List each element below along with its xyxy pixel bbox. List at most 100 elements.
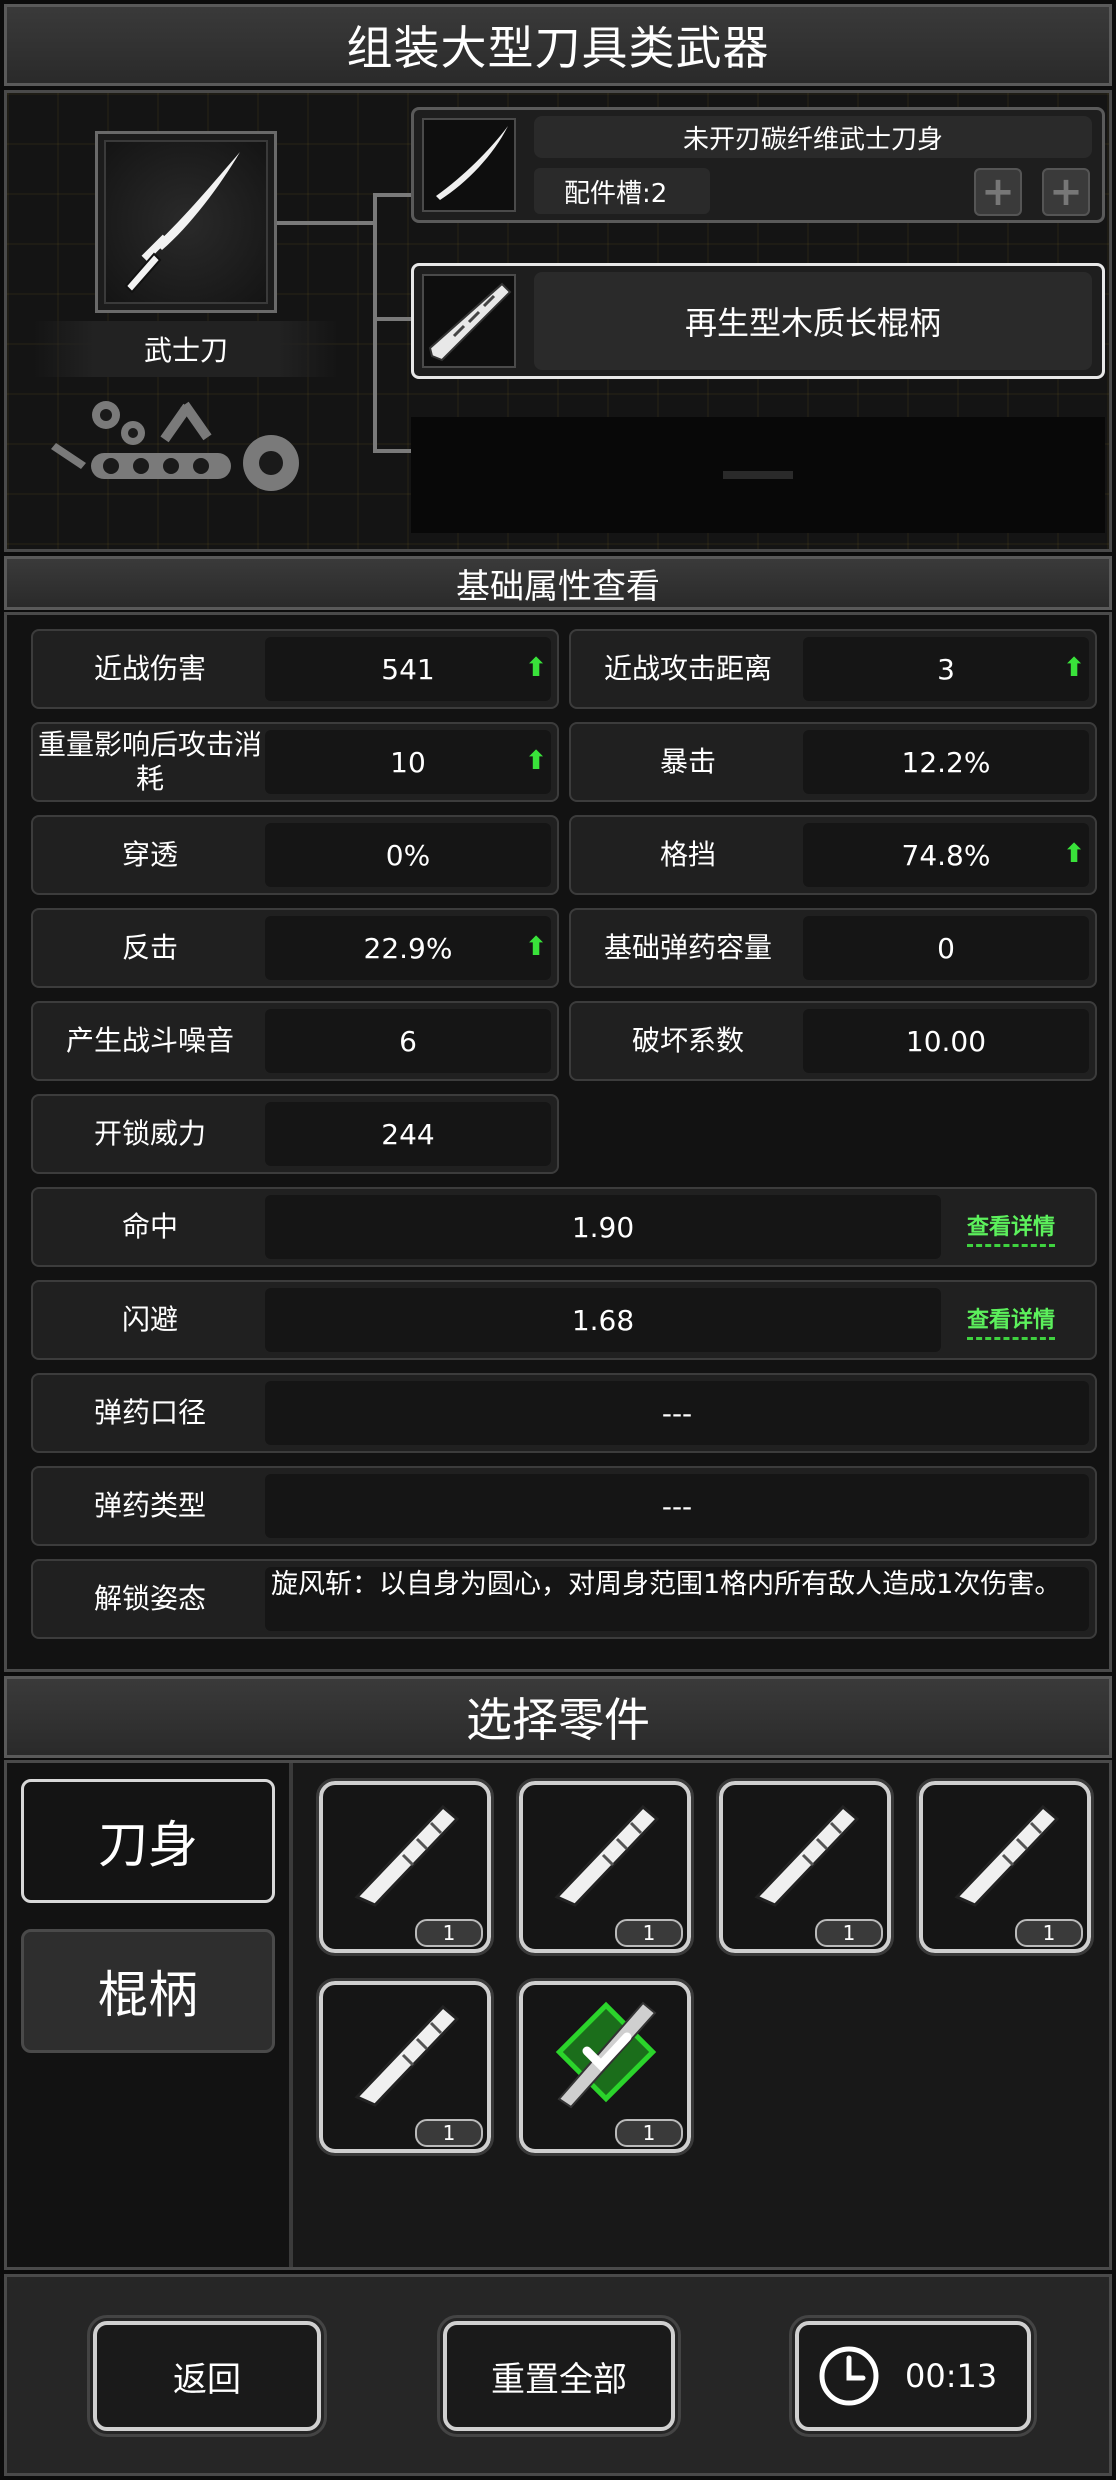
part-item[interactable]: 1 <box>316 1778 494 1956</box>
stat-value: 74.8% ⬆ <box>803 823 1089 887</box>
part-item[interactable]: 1 <box>716 1778 894 1956</box>
stat-value-text: 0 <box>937 931 955 965</box>
item-count-badge: 1 <box>1015 1919 1083 1947</box>
stat-label: 反击 <box>121 931 178 964</box>
view-details-link[interactable]: 查看详情 <box>967 1209 1056 1247</box>
stat-label: 解锁姿态 <box>93 1582 206 1615</box>
stat-increase-arrow-icon: ⬆ <box>1063 839 1085 869</box>
stat-value-text: 12.2% <box>901 745 991 779</box>
stat-increase-arrow-icon: ⬆ <box>1063 653 1085 683</box>
handle-part-name: 再生型木质长棍柄 <box>534 272 1092 370</box>
katana-icon <box>124 152 240 294</box>
wooden-staff-handle-icon <box>555 2001 657 2109</box>
clock-icon <box>819 2346 879 2406</box>
wide-stat-row: 弹药口径 --- <box>31 1373 1097 1453</box>
handle-part-row[interactable]: 再生型木质长棍柄 <box>411 263 1105 379</box>
stat-value-text: 22.9% <box>363 931 453 965</box>
stat-cell: 暴击 12.2% <box>569 722 1097 802</box>
connector-line <box>373 193 413 197</box>
stat-value: 旋风斩：以自身为圆心，对周身范围1格内所有敌人造成1次伤害。 <box>265 1567 1089 1631</box>
stat-value: --- <box>265 1381 1089 1445</box>
stat-label: 弹药类型 <box>93 1489 206 1522</box>
connector-line <box>277 221 377 225</box>
stat-increase-arrow-icon: ⬆ <box>525 932 547 962</box>
stat-label: 近战伤害 <box>93 652 206 685</box>
stat-label: 弹药口径 <box>93 1396 206 1429</box>
empty-part-slot[interactable] <box>411 417 1105 533</box>
item-count-badge: 1 <box>815 1919 883 1947</box>
stats-section-title: 基础属性查看 <box>456 566 660 607</box>
select-section-title: 选择零件 <box>466 1693 650 1747</box>
stat-value-text: 244 <box>381 1117 435 1151</box>
stat-value: 10 ⬆ <box>265 730 551 794</box>
part-item[interactable]: 1 <box>516 1978 694 2156</box>
handle-part-slot <box>422 274 516 368</box>
weapon-slot[interactable] <box>95 131 277 313</box>
stat-cell: 反击 22.9% ⬆ <box>31 908 559 988</box>
stat-cell: 近战攻击距离 3 ⬆ <box>569 629 1097 709</box>
stats-panel: 近战伤害 541 ⬆ 近战攻击距离 3 ⬆ 重量影响后攻击消耗 10 ⬆ 暴击 12.2% 穿透 0% 格… <box>4 612 1112 1672</box>
tab-blade[interactable]: 刀身 <box>21 1779 275 1903</box>
stat-label: 产生战斗噪音 <box>65 1024 234 1057</box>
timer-button[interactable]: 00:13 <box>789 2315 1037 2437</box>
blade-part-slot <box>422 118 516 212</box>
accessory-slots-label: 配件槽:2 <box>534 168 710 214</box>
stat-value: 22.9% ⬆ <box>265 916 551 980</box>
stat-value-text: 0% <box>385 838 431 872</box>
connector-line <box>373 449 413 453</box>
stat-cell: 重量影响后攻击消耗 10 ⬆ <box>31 722 559 802</box>
handle-part-icon <box>954 1804 1060 1907</box>
stat-value: --- <box>265 1474 1089 1538</box>
part-item[interactable]: 1 <box>516 1778 694 1956</box>
stat-cell: 格挡 74.8% ⬆ <box>569 815 1097 895</box>
handle-part-icon <box>354 1804 460 1907</box>
footer-bar: 返回 重置全部 00:13 <box>4 2274 1112 2476</box>
wide-stat-row: 解锁姿态 旋风斩：以自身为圆心，对周身范围1格内所有敌人造成1次伤害。 <box>31 1559 1097 1639</box>
timer-text: 00:13 <box>905 2357 998 2395</box>
stat-value: 1.68 <box>265 1288 941 1352</box>
handle-part-icon <box>754 1804 860 1907</box>
stat-cell: 穿透 0% <box>31 815 559 895</box>
stat-value-text: 6 <box>399 1024 417 1058</box>
item-count-badge: 1 <box>415 2119 483 2147</box>
stat-value: 0 <box>803 916 1089 980</box>
parts-select-panel: 刀身 棍柄 1 1 1 1 1 1 <box>4 1760 1112 2270</box>
stat-label: 破坏系数 <box>631 1024 744 1057</box>
handle-part-icon <box>554 1804 660 1907</box>
stat-label: 穿透 <box>121 838 178 871</box>
stat-value: 3 ⬆ <box>803 637 1089 701</box>
stat-label: 暴击 <box>659 745 716 778</box>
wide-stat-row: 命中 1.90 查看详情 <box>31 1187 1097 1267</box>
part-item[interactable]: 1 <box>916 1778 1094 1956</box>
stat-value: 541 ⬆ <box>265 637 551 701</box>
wide-stat-row: 弹药类型 --- <box>31 1466 1097 1546</box>
stat-value: 6 <box>265 1009 551 1073</box>
stat-cell: 基础弹药容量 0 <box>569 908 1097 988</box>
stats-header: 基础属性查看 <box>4 556 1112 610</box>
select-parts-header: 选择零件 <box>4 1676 1112 1758</box>
view-details-link[interactable]: 查看详情 <box>967 1302 1056 1340</box>
tab-handle[interactable]: 棍柄 <box>21 1929 275 2053</box>
blade-part-name: 未开刃碳纤维武士刀身 <box>534 116 1092 158</box>
empty-slot-dash <box>723 471 793 479</box>
stat-value-text: 3 <box>937 652 955 686</box>
stat-cell: 破坏系数 10.00 <box>569 1001 1097 1081</box>
stat-value: 10.00 <box>803 1009 1089 1073</box>
blade-part-row[interactable]: 未开刃碳纤维武士刀身 配件槽:2 + + <box>411 107 1105 223</box>
category-tabs: 刀身 棍柄 <box>7 1763 293 2267</box>
part-item[interactable]: 1 <box>316 1978 494 2156</box>
wooden-handle-icon <box>428 282 512 362</box>
reset-all-button[interactable]: 重置全部 <box>437 2315 681 2437</box>
add-accessory-button-2[interactable]: + <box>1042 168 1090 216</box>
stat-value-text: 74.8% <box>901 838 991 872</box>
page-title: 组装大型刀具类武器 <box>346 21 770 75</box>
back-button[interactable]: 返回 <box>87 2315 327 2437</box>
blade-icon <box>436 126 508 200</box>
stat-label: 重量影响后攻击消耗 <box>37 728 262 795</box>
stat-value: 1.90 <box>265 1195 941 1259</box>
wide-stat-row: 闪避 1.68 查看详情 <box>31 1280 1097 1360</box>
stat-label: 开锁威力 <box>93 1117 206 1150</box>
add-accessory-button-1[interactable]: + <box>974 168 1022 216</box>
connector-line <box>373 193 377 453</box>
assembly-panel: 武士刀 未开刃碳纤维武士刀身 配件槽:2 + + 再生型木质长棍柄 <box>4 90 1112 552</box>
